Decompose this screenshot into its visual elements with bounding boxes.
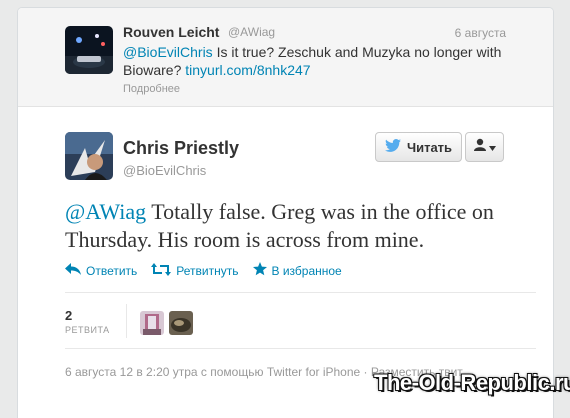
favorite-button[interactable]: В избранное: [252, 262, 342, 279]
author-name[interactable]: Rouven Leicht: [123, 24, 219, 40]
retweeter-avatar[interactable]: [169, 311, 193, 335]
tweet-text: @BioEvilChris Is it true? Zeschuk and Mu…: [123, 43, 513, 79]
retweet-count-label: РЕТВИТА: [65, 325, 110, 335]
previous-tweet[interactable]: Rouven Leicht @AWiag 6 августа @BioEvilC…: [18, 8, 553, 107]
divider: [65, 292, 536, 293]
favorite-label: В избранное: [271, 263, 342, 278]
retweet-label: Ретвитнуть: [176, 263, 239, 278]
tweet-card: Rouven Leicht @AWiag 6 августа @BioEvilC…: [17, 7, 554, 418]
retweet-button[interactable]: Ретвитнуть: [151, 262, 239, 279]
tweet-date[interactable]: 6 августа: [455, 26, 506, 40]
retweeter-avatar[interactable]: [140, 311, 164, 335]
reply-label: Ответить: [86, 263, 138, 278]
mention-link[interactable]: @BioEvilChris: [123, 44, 213, 60]
details-link[interactable]: Подробнее: [123, 83, 180, 95]
reply-icon: [65, 263, 81, 278]
chevron-down-icon: [488, 138, 496, 156]
follow-label: Читать: [406, 139, 453, 155]
divider: [126, 304, 127, 338]
author-handle[interactable]: @BioEvilChris: [123, 163, 206, 178]
tweet-actions: Ответить Ретвитнуть В избранное: [65, 262, 342, 279]
avatar[interactable]: [65, 132, 113, 180]
tweet-text: @AWiag Totally false. Greg was in the of…: [65, 198, 515, 254]
author-name[interactable]: Chris Priestly: [123, 138, 239, 159]
user-actions-button[interactable]: [465, 132, 504, 162]
author-handle[interactable]: @AWiag: [228, 25, 275, 39]
user-icon: [473, 138, 486, 156]
divider: [65, 348, 536, 349]
star-icon: [252, 262, 267, 279]
twitter-bird-icon: [384, 139, 401, 155]
reply-button[interactable]: Ответить: [65, 262, 137, 279]
url-link[interactable]: tinyurl.com/8nhk247: [185, 62, 310, 78]
watermark: The-Old-Republic.ru: [374, 370, 570, 395]
mention-link[interactable]: @AWiag: [65, 199, 146, 224]
avatar[interactable]: [65, 26, 113, 74]
follow-button[interactable]: Читать: [375, 132, 462, 162]
retweet-icon: [151, 262, 172, 279]
retweet-count[interactable]: 2: [65, 308, 72, 323]
